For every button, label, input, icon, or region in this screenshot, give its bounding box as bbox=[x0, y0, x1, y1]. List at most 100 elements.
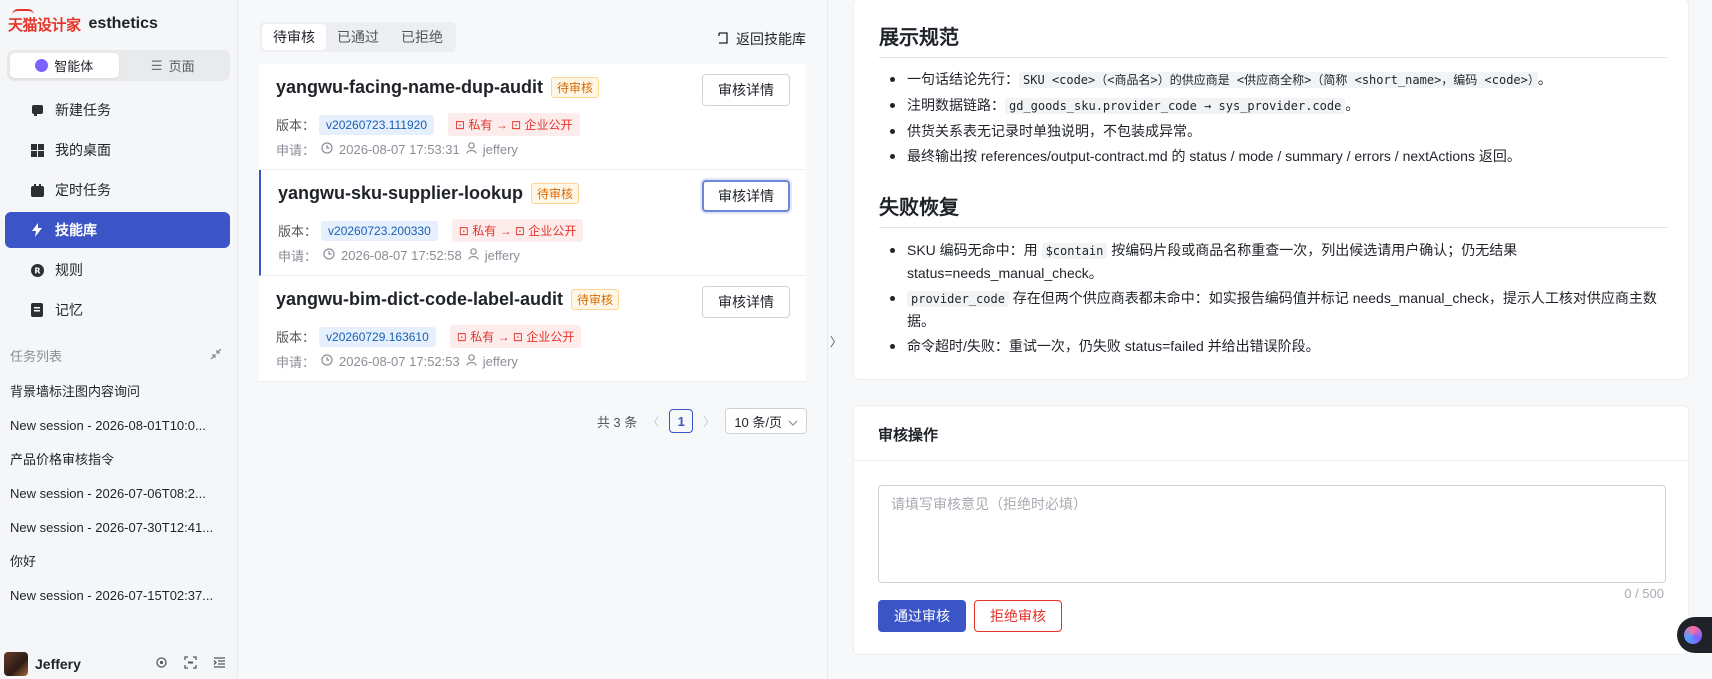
skill-review-card[interactable]: yangwu-facing-name-dup-audit 待审核 审核详情 版本… bbox=[259, 64, 806, 170]
tab-approved[interactable]: 已通过 bbox=[326, 24, 390, 50]
skill-name: yangwu-bim-dict-code-label-audit bbox=[276, 289, 564, 309]
sidebar: 天猫设计家 esthetics 智能体 ☰ 页面 新建任务 我的桌面 定时任务 … bbox=[0, 0, 238, 679]
visibility-to: 企业公开 bbox=[524, 118, 573, 132]
page-number-current[interactable]: 1 bbox=[669, 409, 694, 433]
doc-list-display: 一句话结论先行： SKU <code>（<商品名>）的供应商是 <供应商全称>（简… bbox=[879, 68, 1667, 170]
nav-item-label: 定时任务 bbox=[55, 182, 111, 198]
apply-label: 申请： bbox=[276, 143, 316, 158]
review-action-card: 审核操作 0 / 500 通过审核 拒绝审核 bbox=[853, 405, 1689, 655]
card-apply-row: 申请： 2026-08-07 17:52:53 jeffery bbox=[276, 352, 518, 371]
lock-icon: ⊡ bbox=[511, 118, 522, 132]
nav-item-skills[interactable]: 技能库 bbox=[5, 212, 230, 248]
visibility-to: 企业公开 bbox=[526, 330, 575, 344]
task-item[interactable]: New session - 2026-07-30T12:41... bbox=[10, 511, 228, 545]
clock-icon bbox=[321, 142, 333, 157]
chevron-right-icon[interactable]: 〉 bbox=[828, 331, 844, 351]
prev-page-icon[interactable]: 〈 bbox=[647, 413, 659, 430]
list-icon: ☰ bbox=[150, 57, 163, 73]
nav-item-memory[interactable]: 记忆 bbox=[5, 292, 230, 328]
lock-icon: ⊡ bbox=[456, 330, 467, 344]
task-item[interactable]: New session - 2026-08-01T10:0... bbox=[10, 409, 228, 443]
review-char-count: 0 / 500 bbox=[1624, 586, 1664, 601]
review-comment-input[interactable] bbox=[878, 485, 1666, 583]
brand-name: esthetics bbox=[88, 15, 158, 32]
visibility-from: 私有 bbox=[468, 118, 493, 132]
skill-name: yangwu-facing-name-dup-audit bbox=[276, 77, 543, 97]
main-nav: 新建任务 我的桌面 定时任务 技能库 R 规则 记忆 bbox=[5, 92, 230, 332]
nav-item-label: 记忆 bbox=[55, 302, 83, 318]
apply-time: 2026-08-07 17:52:58 bbox=[341, 248, 462, 263]
user-icon bbox=[466, 142, 477, 157]
lock-icon: ⊡ bbox=[512, 330, 523, 344]
skill-review-card[interactable]: yangwu-bim-dict-code-label-audit 待审核 审核详… bbox=[259, 276, 806, 382]
card-version-row: 版本： v20260723.111920 ⊡ 私有 → ⊡ 企业公开 bbox=[276, 113, 580, 136]
indent-icon[interactable] bbox=[213, 656, 226, 672]
settings-icon[interactable] bbox=[155, 656, 168, 672]
reject-button[interactable]: 拒绝审核 bbox=[974, 600, 1062, 632]
card-apply-row: 申请： 2026-08-07 17:52:58 jeffery bbox=[278, 246, 520, 265]
segment-pages[interactable]: ☰ 页面 bbox=[119, 53, 228, 78]
review-detail-button[interactable]: 审核详情 bbox=[702, 74, 790, 106]
memory-icon bbox=[30, 303, 44, 317]
version-label: 版本： bbox=[276, 330, 316, 345]
approve-button[interactable]: 通过审核 bbox=[878, 600, 966, 632]
rule-icon: R bbox=[30, 263, 44, 277]
assistant-icon bbox=[1684, 626, 1702, 644]
task-list: 背景墙标注图内容询问 New session - 2026-08-01T10:0… bbox=[10, 375, 228, 613]
card-version-row: 版本： v20260729.163610 ⊡ 私有 → ⊡ 企业公开 bbox=[276, 325, 582, 348]
version-label: 版本： bbox=[276, 118, 316, 133]
review-list-panel: 待审核 已通过 已拒绝 返回技能库 yangwu-facing-name-dup… bbox=[238, 0, 828, 679]
user-bar: Jeffery bbox=[0, 648, 238, 679]
expand-icon[interactable] bbox=[184, 655, 197, 672]
back-to-skills-link[interactable]: 返回技能库 bbox=[716, 29, 806, 49]
nav-item-scheduled[interactable]: 定时任务 bbox=[5, 172, 230, 208]
pagination-total: 共 3 条 bbox=[596, 414, 638, 430]
pagination: 共 3 条 〈 1 〉 10 条/页 bbox=[597, 408, 807, 434]
doc-heading-display: 展示规范 bbox=[879, 21, 1667, 58]
agent-icon bbox=[35, 59, 49, 72]
return-icon bbox=[716, 31, 728, 47]
lock-icon: ⊡ bbox=[514, 224, 525, 238]
doc-list-recovery: SKU 编码无命中：用 $contain 按编码片段或商品名称重查一次，列出候选… bbox=[879, 239, 1667, 360]
page-size-value: 10 条/页 bbox=[734, 414, 782, 430]
task-item[interactable]: 产品价格审核指令 bbox=[10, 443, 228, 477]
nav-item-rules[interactable]: R 规则 bbox=[5, 252, 230, 288]
visibility-tag: ⊡ 私有 → ⊡ 企业公开 bbox=[448, 113, 580, 136]
task-item[interactable]: New session - 2026-07-15T02:37... bbox=[10, 579, 228, 613]
avatar[interactable] bbox=[4, 651, 28, 676]
review-detail-button[interactable]: 审核详情 bbox=[702, 180, 790, 212]
doc-list-item: 注明数据链路： gd_goods_sku.provider_code → sys_… bbox=[879, 94, 1667, 117]
review-detail-button[interactable]: 审核详情 bbox=[702, 286, 790, 318]
status-badge: 待审核 bbox=[551, 77, 600, 98]
lock-icon: ⊡ bbox=[458, 224, 469, 238]
user-name: Jeffery bbox=[35, 655, 81, 672]
arrow-icon: → bbox=[495, 118, 508, 132]
review-action-title: 审核操作 bbox=[854, 406, 1688, 461]
nav-item-new-task[interactable]: 新建任务 bbox=[5, 92, 230, 128]
review-status-tabs: 待审核 已通过 已拒绝 bbox=[260, 22, 456, 52]
tab-rejected[interactable]: 已拒绝 bbox=[390, 24, 454, 50]
segment-pages-label: 页面 bbox=[168, 59, 195, 74]
segment-agent[interactable]: 智能体 bbox=[10, 53, 119, 78]
doc-list-item: 供货关系表无记录时单独说明，不包装成异常。 bbox=[879, 120, 1667, 142]
tab-pending[interactable]: 待审核 bbox=[262, 24, 326, 50]
task-item[interactable]: New session - 2026-07-06T08:2... bbox=[10, 477, 228, 511]
visibility-to: 企业公开 bbox=[528, 224, 577, 238]
page-size-select[interactable]: 10 条/页 bbox=[725, 408, 807, 434]
user-icon bbox=[468, 248, 479, 263]
doc-heading-recovery: 失败恢复 bbox=[879, 191, 1667, 228]
skill-review-card[interactable]: yangwu-sku-supplier-lookup 待审核 审核详情 版本： … bbox=[259, 170, 806, 276]
nav-item-desktop[interactable]: 我的桌面 bbox=[5, 132, 230, 168]
task-item[interactable]: 背景墙标注图内容询问 bbox=[10, 375, 228, 409]
skill-review-list: yangwu-facing-name-dup-audit 待审核 审核详情 版本… bbox=[259, 64, 806, 382]
task-list-header: 任务列表 bbox=[10, 346, 222, 365]
clock-icon bbox=[323, 248, 335, 263]
task-item[interactable]: 你好 bbox=[10, 545, 228, 579]
lock-icon: ⊡ bbox=[455, 118, 466, 132]
next-page-icon[interactable]: 〉 bbox=[703, 413, 715, 430]
assistant-fab[interactable] bbox=[1677, 617, 1712, 653]
doc-list-item: 最终输出按 references/output-contract.md 的 st… bbox=[879, 145, 1667, 167]
apply-time: 2026-08-07 17:52:53 bbox=[339, 354, 460, 369]
collapse-icon[interactable] bbox=[210, 348, 222, 363]
apply-label: 申请： bbox=[276, 355, 316, 370]
